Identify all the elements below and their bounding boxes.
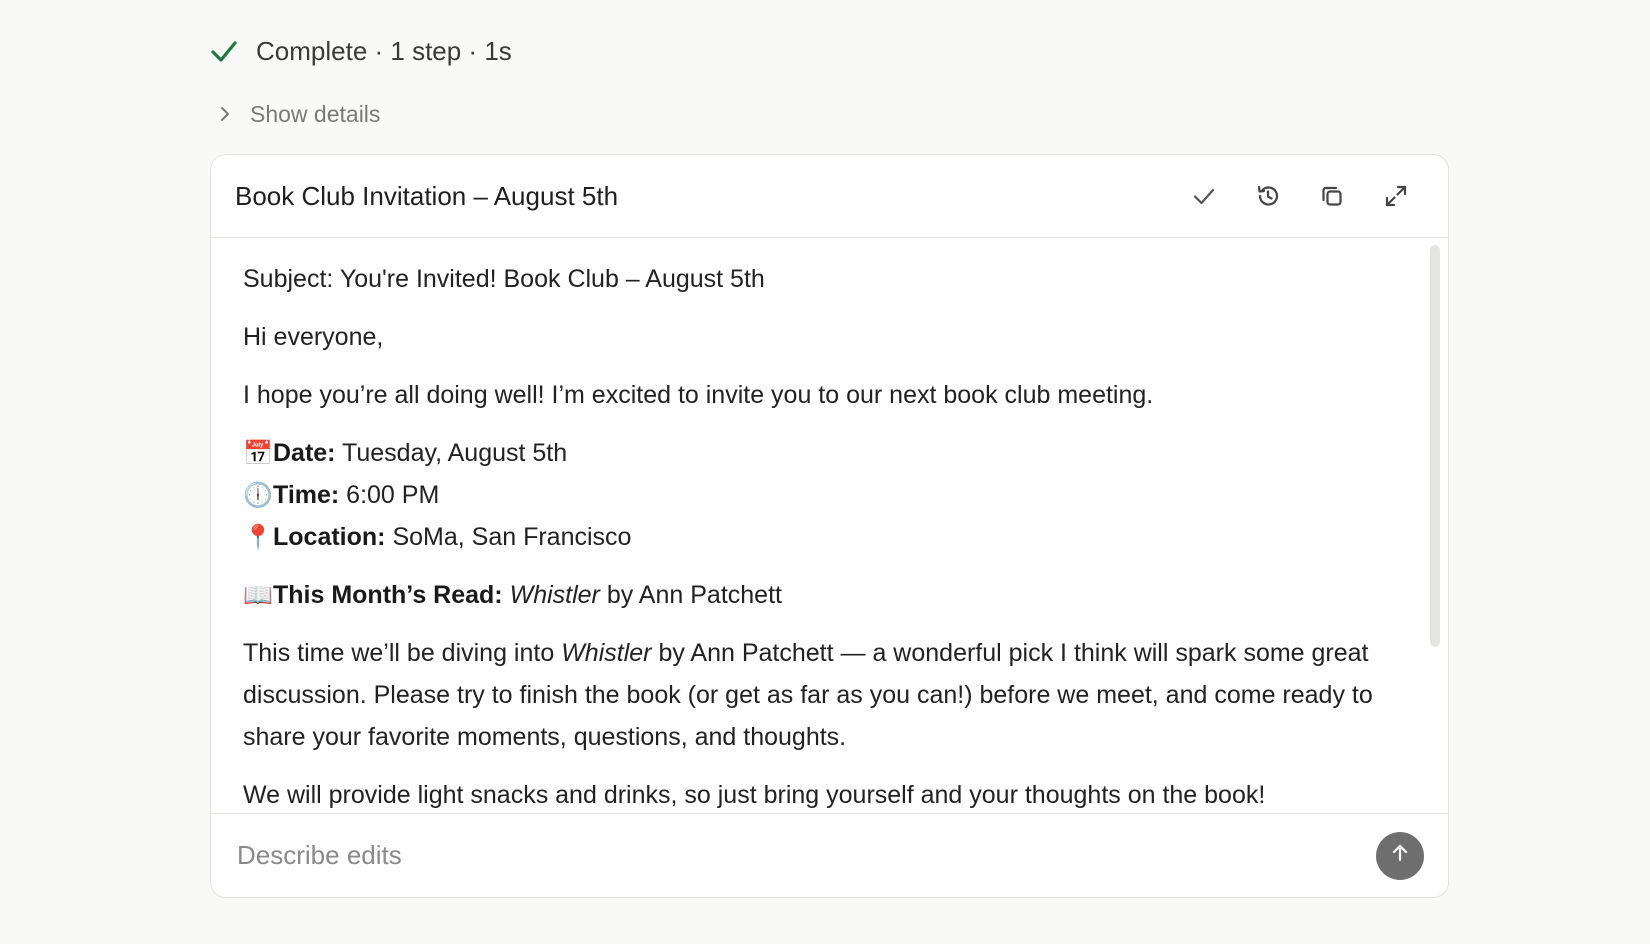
date-line: 📅Date: Tuesday, August 5th bbox=[243, 432, 1424, 474]
accept-button[interactable] bbox=[1172, 172, 1236, 220]
time-value: 6:00 PM bbox=[339, 481, 440, 509]
describe-edits-input[interactable] bbox=[235, 839, 1376, 872]
subject-line: Subject: You're Invited! Book Club – Aug… bbox=[243, 265, 765, 293]
read-label: This Month’s Read: bbox=[273, 581, 503, 609]
history-icon bbox=[1255, 183, 1281, 209]
header-actions bbox=[1172, 172, 1428, 220]
pin-icon: 📍 bbox=[243, 523, 273, 551]
snacks-paragraph: We will provide light snacks and drinks,… bbox=[243, 781, 1266, 809]
intro-paragraph: I hope you’re all doing well! I’m excite… bbox=[243, 381, 1154, 409]
description-paragraph: This time we’ll be diving into Whistler … bbox=[243, 632, 1424, 758]
event-details: 📅Date: Tuesday, August 5th 🕕Time: 6:00 P… bbox=[243, 432, 1424, 558]
show-details-toggle[interactable]: Show details bbox=[218, 94, 380, 134]
card-title: Book Club Invitation – August 5th bbox=[235, 180, 619, 211]
read-title: Whistler bbox=[509, 581, 600, 609]
copy-icon bbox=[1319, 183, 1345, 209]
expand-icon bbox=[1383, 183, 1409, 209]
check-icon bbox=[1191, 183, 1217, 209]
copy-button[interactable] bbox=[1300, 172, 1364, 220]
date-value: Tuesday, August 5th bbox=[335, 439, 568, 467]
show-details-label: Show details bbox=[250, 100, 381, 127]
edit-footer bbox=[211, 813, 1448, 897]
para-start: This time we’ll be diving into bbox=[243, 639, 562, 667]
status-row: Complete · 1 step · 1s bbox=[210, 30, 512, 72]
location-label: Location: bbox=[273, 523, 386, 551]
date-label: Date: bbox=[273, 439, 336, 467]
location-value: SoMa, San Francisco bbox=[385, 523, 632, 551]
clock-icon: 🕕 bbox=[243, 481, 273, 509]
location-line: 📍Location: SoMa, San Francisco bbox=[243, 516, 1424, 558]
read-line: 📖This Month’s Read: Whistler by Ann Patc… bbox=[243, 574, 1424, 616]
send-button[interactable] bbox=[1376, 831, 1424, 880]
scrollbar[interactable] bbox=[1430, 245, 1440, 647]
para-title: Whistler bbox=[561, 639, 652, 667]
check-icon bbox=[210, 37, 238, 65]
time-label: Time: bbox=[273, 481, 340, 509]
chevron-right-icon bbox=[218, 105, 232, 123]
card-header: Book Club Invitation – August 5th bbox=[211, 155, 1448, 238]
read-author: by Ann Patchett bbox=[599, 581, 782, 609]
time-line: 🕕Time: 6:00 PM bbox=[243, 474, 1424, 516]
book-icon: 📖 bbox=[243, 581, 273, 609]
expand-button[interactable] bbox=[1364, 172, 1428, 220]
greeting: Hi everyone, bbox=[243, 323, 384, 351]
document-body: Subject: You're Invited! Book Club – Aug… bbox=[211, 238, 1448, 815]
history-button[interactable] bbox=[1236, 172, 1300, 220]
status-text: Complete · 1 step · 1s bbox=[256, 35, 512, 66]
calendar-icon: 📅 bbox=[243, 439, 273, 467]
artifact-card: Book Club Invitation – August 5th Subjec… bbox=[210, 154, 1449, 898]
arrow-up-icon bbox=[1389, 842, 1411, 869]
